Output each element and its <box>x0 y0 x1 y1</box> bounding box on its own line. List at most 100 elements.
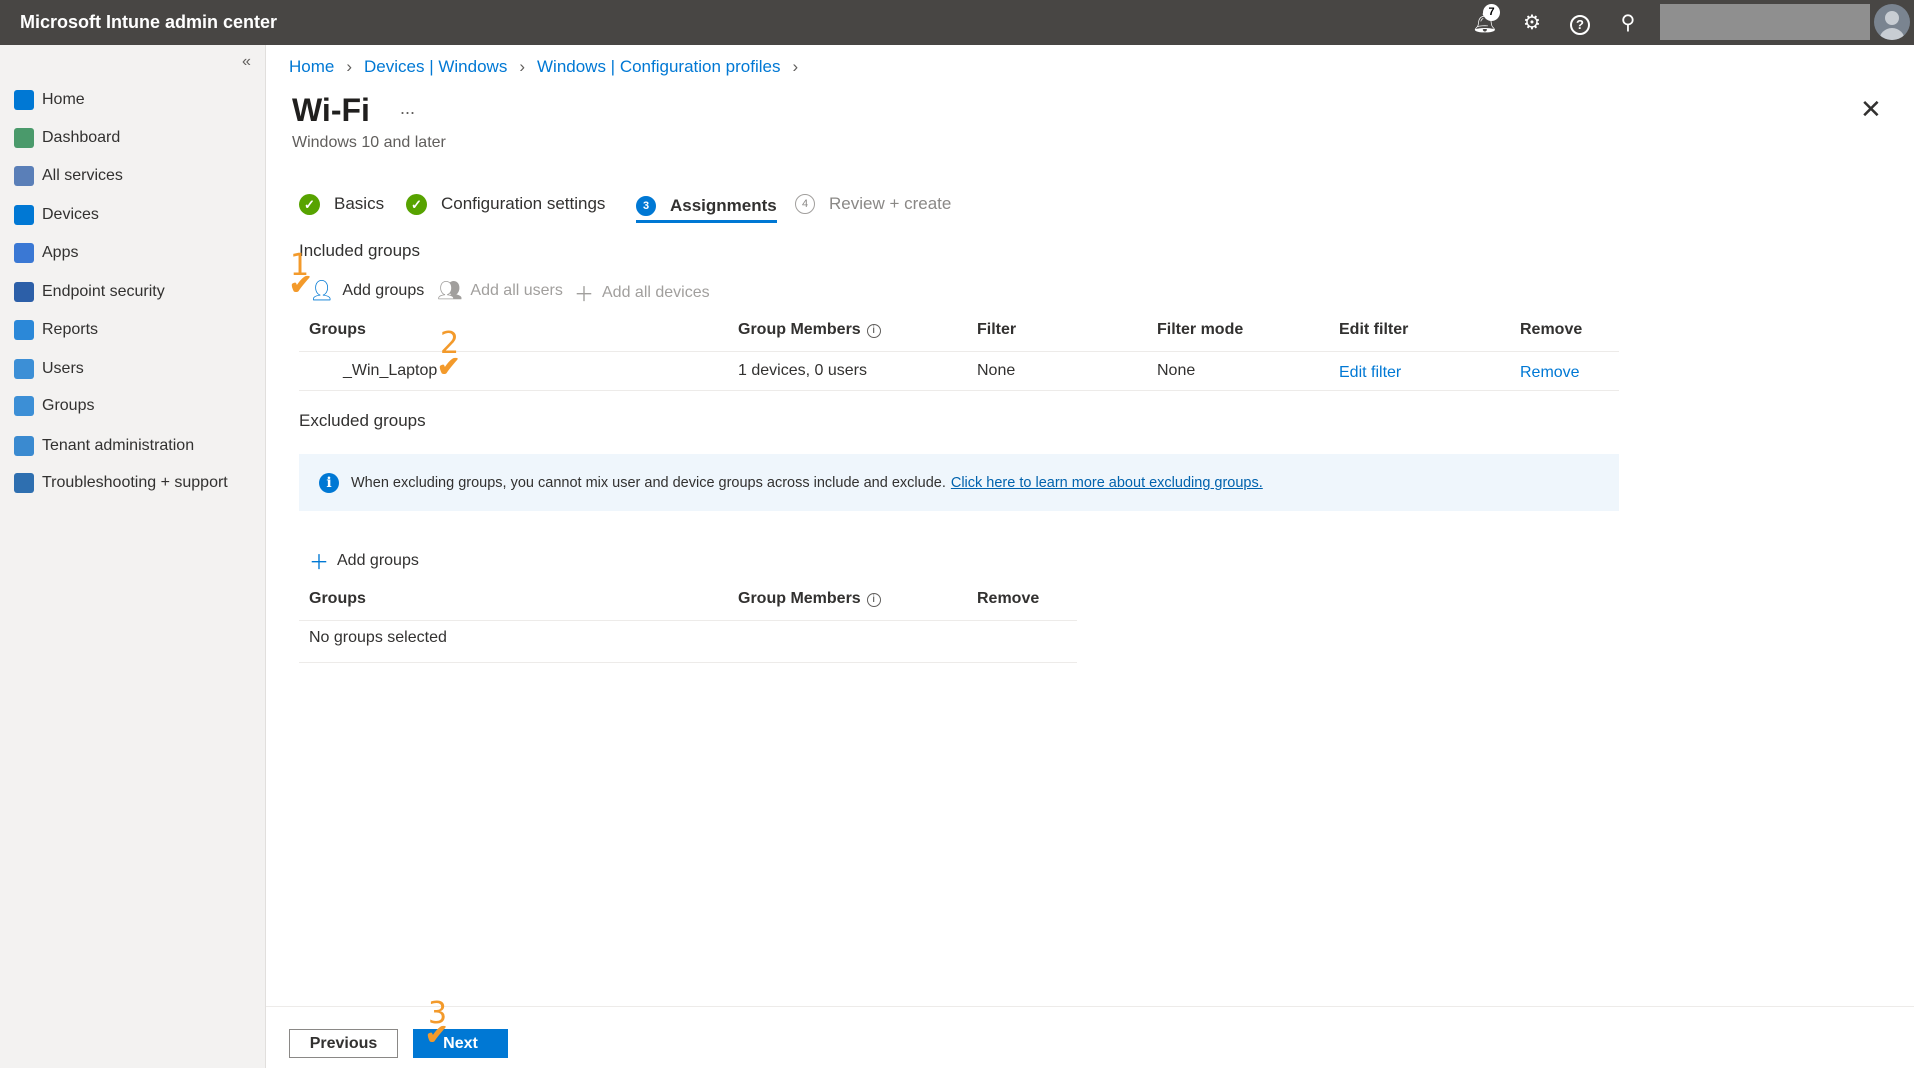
sidebar-item-reports[interactable]: Reports <box>14 316 98 344</box>
sidebar-item-label: Troubleshooting + support <box>42 474 228 491</box>
tenant-administration-icon <box>14 436 34 456</box>
sidebar-item-all-services[interactable]: All services <box>14 162 123 190</box>
top-bar: Microsoft Intune admin center 🔔︎ 7 ⚙ ? ⚲ <box>0 0 1914 45</box>
breadcrumb-home[interactable]: Home <box>289 57 334 77</box>
chevron-right-icon: › <box>346 57 353 76</box>
step-basics[interactable]: ✓ Basics <box>299 191 384 217</box>
step-configuration-settings[interactable]: ✓ Configuration settings <box>406 191 605 217</box>
col-groups: Groups <box>309 321 366 338</box>
sidebar-item-label: Home <box>42 91 85 108</box>
col-group-members: Group Members i <box>738 321 881 339</box>
sidebar-item-users[interactable]: Users <box>14 355 84 383</box>
info-icon: i <box>319 472 339 493</box>
group-name: _Win_Laptop <box>343 362 438 379</box>
devices-icon <box>14 205 34 225</box>
sidebar-item-tenant-administration[interactable]: Tenant administration <box>14 432 194 460</box>
page-title: Wi-Fi <box>292 92 370 128</box>
add-group-icon: 👤︎ <box>309 280 335 302</box>
gear-icon[interactable]: ⚙ <box>1519 10 1545 36</box>
sidebar: « <box>0 45 266 1068</box>
divider <box>299 351 1619 352</box>
sidebar-item-groups[interactable]: Groups <box>14 392 94 420</box>
feedback-icon[interactable]: ⚲ <box>1615 10 1641 36</box>
sidebar-item-label: Reports <box>42 321 99 338</box>
groups-icon <box>14 396 34 416</box>
col-filter-mode: Filter mode <box>1157 321 1244 338</box>
step-assignments[interactable]: 3 Assignments <box>636 193 777 223</box>
learn-more-link[interactable]: Click here to learn more about excluding… <box>951 475 1263 491</box>
close-icon[interactable]: ✕ <box>1860 94 1882 125</box>
excluded-groups-heading: Excluded groups <box>299 411 426 430</box>
previous-button[interactable]: Previous <box>289 1029 398 1058</box>
sidebar-item-endpoint-security[interactable]: Endpoint security <box>14 278 165 306</box>
breadcrumb: Home › Devices | Windows › Windows | Confi… <box>289 57 798 77</box>
col-edit-filter: Edit filter <box>1339 321 1409 338</box>
sidebar-item-devices[interactable]: Devices <box>14 201 99 229</box>
col-remove: Remove <box>977 590 1040 607</box>
check-icon: ✓ <box>406 193 427 215</box>
sidebar-item-label: Users <box>42 360 84 377</box>
button-label: Add groups <box>337 551 419 569</box>
endpoint-security-icon <box>14 282 34 302</box>
breadcrumb-configuration-profiles[interactable]: Windows | Configuration profiles <box>537 57 780 77</box>
annotation-check-icon: ✔ <box>289 269 313 300</box>
annotation-check-icon: ✔ <box>437 351 461 382</box>
divider <box>299 390 1619 391</box>
col-label: Group Members <box>738 590 861 607</box>
filter: None <box>977 362 1016 379</box>
sidebar-item-dashboard[interactable]: Dashboard <box>14 124 120 152</box>
chevron-right-icon: › <box>792 57 799 76</box>
all-services-icon <box>14 166 34 186</box>
divider <box>299 662 1077 663</box>
info-icon[interactable]: i <box>866 593 881 607</box>
info-banner: i When excluding groups, you cannot mix u… <box>299 454 1619 511</box>
add-all-users-button[interactable]: 👥︎ Add all users <box>437 278 563 303</box>
col-label: Group Members <box>738 321 861 338</box>
help-icon[interactable]: ? <box>1567 10 1593 36</box>
add-excluded-groups-button[interactable]: ＋ Add groups <box>309 546 419 575</box>
account-name-field[interactable] <box>1660 4 1870 40</box>
step-label: Basics <box>334 194 385 213</box>
step-review-create[interactable]: 4 Review + create <box>795 191 951 217</box>
sidebar-item-label: Apps <box>42 244 79 261</box>
users-icon <box>14 359 34 379</box>
edit-filter-link[interactable]: Edit filter <box>1339 364 1401 382</box>
step-number: 3 <box>636 195 656 216</box>
button-label: Add groups <box>342 281 425 299</box>
sidebar-item-label: Dashboard <box>42 129 121 146</box>
breadcrumb-devices-windows[interactable]: Devices | Windows <box>364 57 507 77</box>
col-remove: Remove <box>1520 321 1583 338</box>
col-group-members: Group Members i <box>738 590 881 608</box>
button-label: Add all users <box>470 281 563 299</box>
notification-badge: 7 <box>1483 4 1500 21</box>
app-title: Microsoft Intune admin center <box>20 12 278 32</box>
footer-divider <box>266 1006 1914 1007</box>
info-text: When excluding groups, you cannot mix us… <box>351 474 946 491</box>
home-icon <box>14 90 34 110</box>
add-all-devices-button[interactable]: ＋ Add all devices <box>574 278 710 307</box>
sidebar-item-label: Endpoint security <box>42 283 165 300</box>
col-filter: Filter <box>977 321 1017 338</box>
sidebar-item-label: All services <box>42 167 123 184</box>
filter-mode: None <box>1157 362 1196 379</box>
troubleshooting-support-icon <box>14 473 34 493</box>
avatar[interactable] <box>1874 4 1910 40</box>
step-label: Review + create <box>829 194 952 213</box>
more-options-button[interactable]: ... <box>400 98 415 119</box>
step-number: 4 <box>795 194 815 214</box>
plus-icon: ＋ <box>574 284 594 306</box>
divider <box>299 620 1077 621</box>
apps-icon <box>14 243 34 263</box>
sidebar-item-home[interactable]: Home <box>14 86 85 114</box>
remove-link[interactable]: Remove <box>1520 364 1580 382</box>
collapse-sidebar-icon[interactable]: « <box>242 53 251 71</box>
check-icon: ✓ <box>299 193 320 215</box>
add-groups-button[interactable]: 👤︎ Add groups <box>309 278 424 303</box>
step-label: Assignments <box>670 195 777 215</box>
page-subtitle: Windows 10 and later <box>292 134 446 151</box>
sidebar-item-troubleshooting-support[interactable]: Troubleshooting + support <box>14 469 228 497</box>
chevron-right-icon: › <box>519 57 525 76</box>
button-label: Add all devices <box>602 283 710 301</box>
info-icon[interactable]: i <box>866 324 881 338</box>
sidebar-item-apps[interactable]: Apps <box>14 239 78 267</box>
